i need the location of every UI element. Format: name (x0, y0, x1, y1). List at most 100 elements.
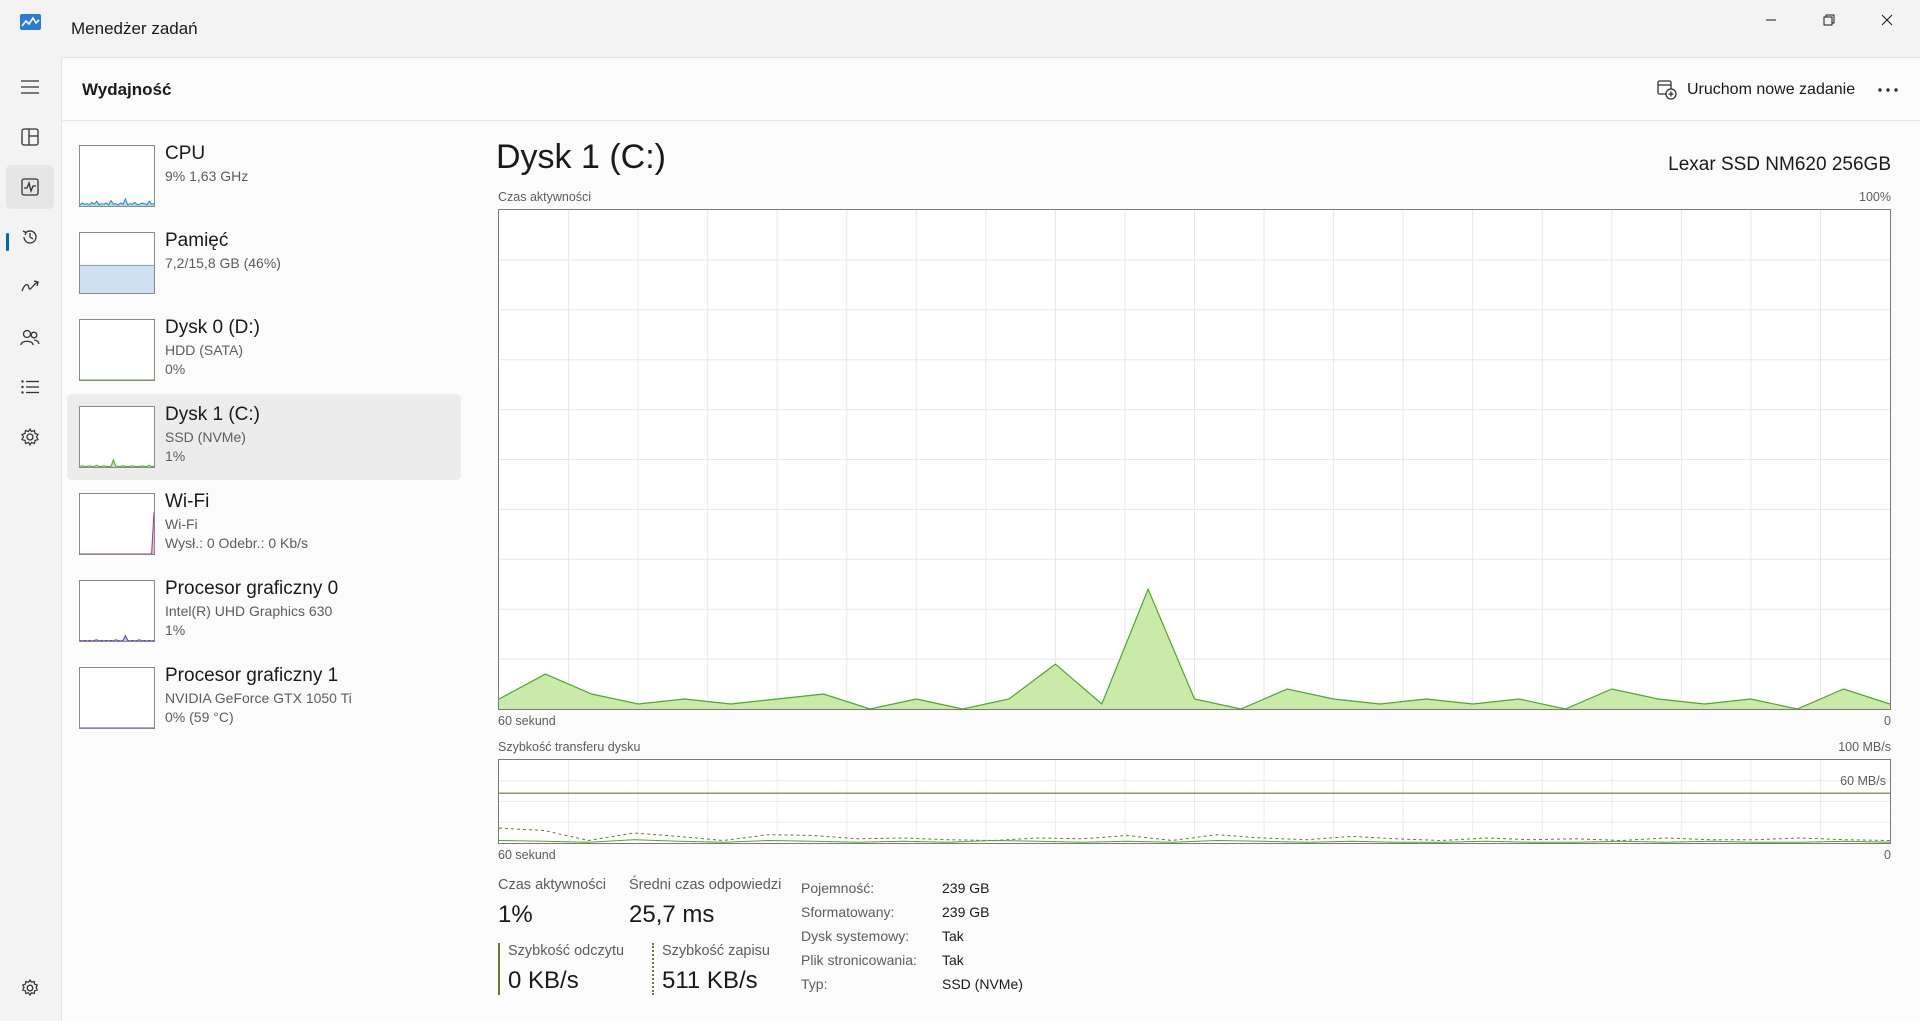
device-name: Procesor graficzny 0 (165, 578, 339, 599)
device-name: Pamięć (165, 230, 229, 251)
device-thumbnail (79, 232, 155, 294)
transfer-time-end: 0 (1884, 848, 1891, 862)
thumbnail-area (80, 512, 154, 554)
hamburger-menu-icon (21, 80, 39, 94)
rail-app-history[interactable] (6, 215, 54, 259)
device-subtitle: Wi-Fi (165, 516, 198, 532)
device-subtitle: 9% 1,63 GHz (165, 168, 249, 184)
startup-apps-icon (21, 280, 39, 292)
rail-startup-apps[interactable] (6, 265, 54, 309)
transfer-time-label: 60 sekund (498, 848, 556, 862)
device-thumbnail (79, 406, 155, 468)
property-value: SSD (NVMe) (942, 976, 1023, 992)
avg-response-value: 25,7 ms (629, 901, 715, 928)
gear-icon (21, 979, 39, 997)
rail-details[interactable] (6, 365, 54, 409)
run-new-task-label: Uruchom nowe zadanie (1687, 81, 1856, 98)
property-key: Dysk systemowy: (801, 928, 910, 944)
device-thumbnail-graph (80, 511, 154, 554)
device-thumbnail-graph (80, 197, 154, 206)
device-thumbnail (79, 667, 155, 729)
disk-model: Lexar SSD NM620 256GB (1668, 154, 1891, 175)
device-thumbnail-graph (80, 458, 154, 467)
thumbnail-area (80, 265, 154, 293)
more-options-button[interactable] (1870, 74, 1906, 106)
transfer-chart-svg (498, 760, 1891, 843)
activity-time-end: 0 (1884, 714, 1891, 728)
read-speed-value: 0 KB/s (508, 967, 579, 994)
device-value: 1% (165, 448, 186, 464)
write-speed-marker (652, 943, 654, 995)
device-thumbnail (79, 145, 155, 207)
device-subtitle: Intel(R) UHD Graphics 630 (165, 603, 333, 619)
detail-title: Dysk 1 (C:) (496, 138, 666, 176)
thumbnail-line (80, 634, 154, 641)
device-name: CPU (165, 143, 206, 164)
transfer-chart: 60 MB/s (498, 759, 1891, 844)
property-value: Tak (942, 928, 964, 944)
device-thumbnail-graph (80, 264, 154, 293)
device-item[interactable]: Procesor graficzny 0 Intel(R) UHD Graphic… (67, 568, 461, 654)
close-button[interactable] (1858, 0, 1916, 40)
page-header: Wydajność Uruchom nowe zadanie (62, 58, 1920, 121)
run-new-task-button[interactable]: Uruchom nowe zadanie (1649, 74, 1863, 106)
thumbnail-line (80, 458, 154, 467)
activity-time-label: 60 sekund (498, 714, 556, 728)
device-name: Dysk 1 (C:) (165, 404, 260, 425)
write-speed-value: 511 KB/s (662, 967, 758, 994)
device-item[interactable]: Procesor graficzny 1 NVIDIA GeForce GTX 1… (67, 655, 461, 741)
app-title: Menedżer zadań (71, 19, 198, 38)
performance-icon (21, 178, 39, 196)
device-value: 1% (165, 622, 186, 638)
minimize-icon (1766, 19, 1776, 21)
app-history-icon (22, 230, 37, 244)
processes-icon (21, 128, 39, 146)
device-thumbnail-graph (80, 634, 154, 641)
device-value: Wysł.: 0 Odebr.: 0 Kb/s (165, 535, 309, 551)
read-speed-label: Szybkość odczytu (508, 943, 625, 959)
device-thumbnail-graph (80, 379, 154, 380)
rail-performance[interactable] (6, 165, 54, 209)
minimize-button[interactable] (1742, 0, 1800, 40)
device-thumbnail (79, 580, 155, 642)
transfer-max-label: 100 MB/s (1838, 740, 1891, 754)
device-item[interactable]: Pamięć 7,2/15,8 GB (46%) (67, 220, 461, 306)
device-thumbnail-graph (80, 727, 154, 728)
device-item[interactable]: CPU 9% 1,63 GHz (67, 133, 461, 219)
device-value: 0% (165, 361, 186, 377)
activity-chart (498, 209, 1891, 710)
active-time-value: 1% (498, 901, 533, 928)
property-key: Pojemność: (801, 880, 875, 896)
write-speed-label: Szybkość zapisu (662, 943, 770, 959)
device-subtitle: SSD (NVMe) (165, 429, 246, 445)
restore-button[interactable] (1800, 0, 1858, 40)
device-subtitle: NVIDIA GeForce GTX 1050 Ti (165, 690, 352, 706)
property-key: Typ: (801, 976, 828, 992)
device-item[interactable]: Dysk 0 (D:) HDD (SATA) 0% (67, 307, 461, 393)
device-name: Dysk 0 (D:) (165, 317, 260, 338)
rail-settings[interactable] (6, 966, 54, 1010)
property-value: 239 GB (942, 880, 990, 896)
rail-services[interactable] (6, 415, 54, 459)
device-subtitle: HDD (SATA) (165, 342, 244, 358)
device-subtitle: 7,2/15,8 GB (46%) (165, 255, 281, 271)
rail-processes[interactable] (6, 115, 54, 159)
transfer-chart-label: Szybkość transferu dysku (498, 740, 641, 754)
rail-users[interactable] (6, 315, 54, 359)
avg-response-label: Średni czas odpowiedzi (629, 877, 782, 893)
property-key: Sformatowany: (801, 904, 895, 920)
thumbnail-line (80, 511, 154, 554)
title-bar: Menedżer zadań (0, 0, 1920, 56)
device-item[interactable]: Dysk 1 (C:) SSD (NVMe) 1% (67, 394, 461, 480)
details-icon (21, 380, 39, 394)
device-value: 0% (59 °C) (165, 709, 234, 725)
page-title: Wydajność (82, 80, 172, 99)
task-manager-icon (20, 14, 41, 30)
rail-menu-button[interactable] (6, 65, 54, 109)
property-value: 239 GB (942, 904, 990, 920)
activity-chart-label: Czas aktywności (498, 190, 592, 204)
thumbnail-area (80, 198, 154, 206)
device-item[interactable]: Wi-Fi Wi-Fi Wysł.: 0 Odebr.: 0 Kb/s (67, 481, 461, 567)
more-options-icon (1878, 88, 1898, 92)
services-icon (21, 428, 39, 446)
